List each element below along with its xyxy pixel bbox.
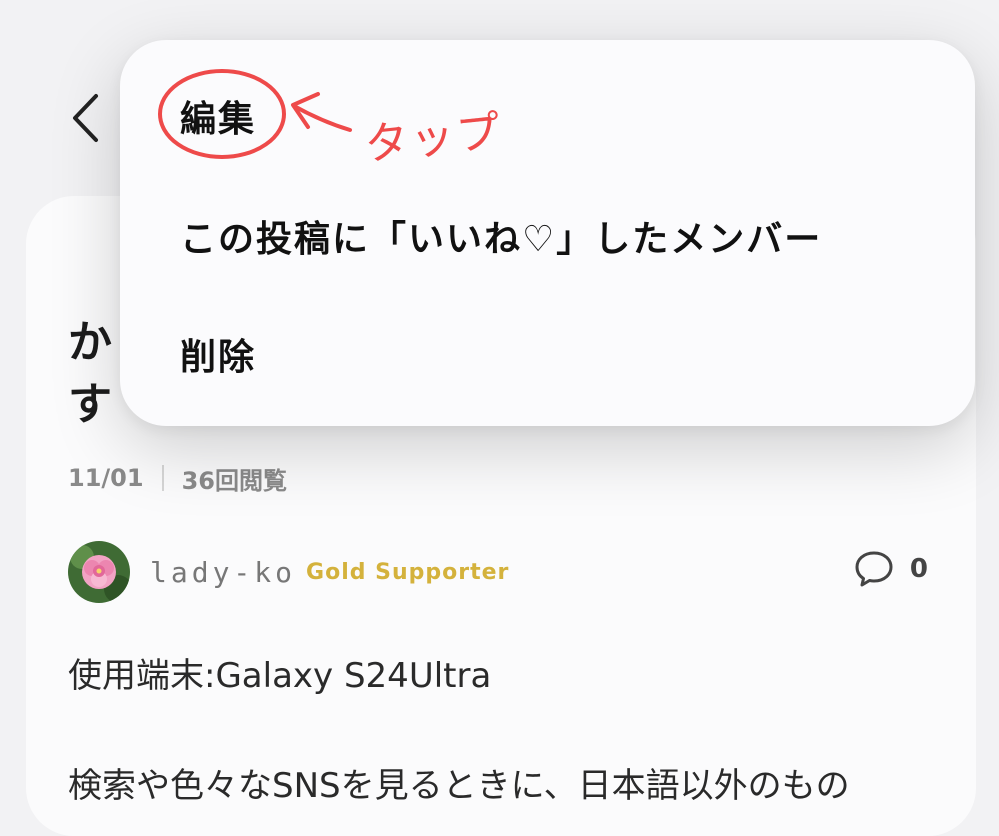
avatar[interactable] (68, 541, 130, 603)
flower-avatar-icon (68, 541, 130, 603)
comment-button[interactable]: 0 (854, 550, 928, 588)
menu-item-liked-members[interactable]: この投稿に「いいね♡」したメンバー (180, 210, 822, 262)
post-body-line-2: 検索や色々なSNSを見るときに、日本語以外のもの (68, 766, 850, 806)
back-button[interactable] (60, 88, 110, 148)
meta-divider (161, 465, 164, 491)
overflow-menu: 編集 この投稿に「いいね♡」したメンバー 削除 (120, 40, 975, 426)
author-rank-badge: Gold Supporter (306, 559, 510, 585)
comment-count: 0 (909, 554, 928, 584)
post-body-line-1: 使用端末:Galaxy S24Ultra (68, 656, 492, 696)
speech-bubble-icon (855, 551, 893, 587)
post-meta: 11/01 36回閲覧 (68, 460, 287, 496)
author-row: lady-ko Gold Supporter 0 (68, 540, 928, 604)
menu-item-edit[interactable]: 編集 (180, 90, 256, 142)
menu-item-delete[interactable]: 削除 (180, 328, 256, 380)
post-date: 11/01 (68, 464, 144, 492)
chevron-left-icon (73, 94, 98, 142)
author-username[interactable]: lady-ko (150, 556, 296, 589)
view-count: 36回閲覧 (181, 466, 287, 495)
